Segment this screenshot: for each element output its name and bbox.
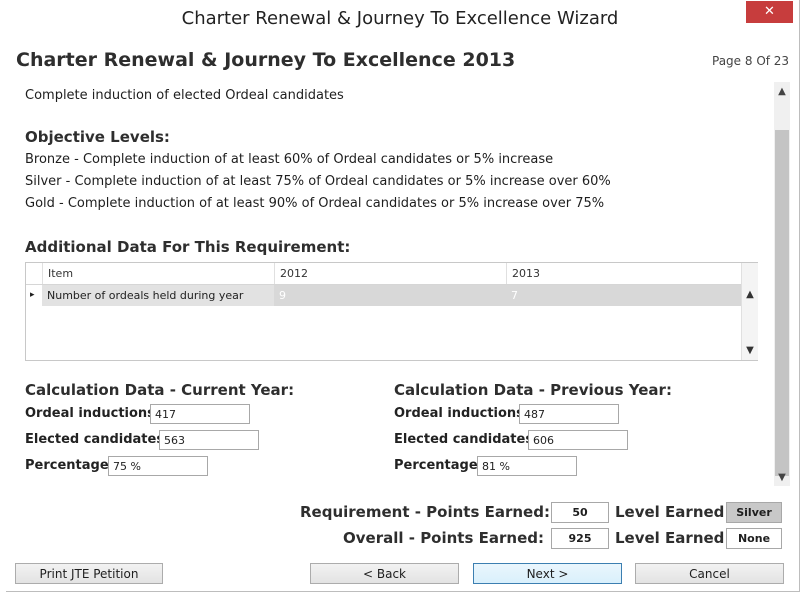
cancel-button[interactable]: Cancel xyxy=(635,563,784,584)
scroll-thumb[interactable] xyxy=(775,130,789,476)
close-icon: ✕ xyxy=(764,4,775,19)
additional-data-heading: Additional Data For This Requirement: xyxy=(25,238,351,256)
close-button[interactable]: ✕ xyxy=(746,1,793,23)
previous-elected-label: Elected candidates: xyxy=(394,432,539,447)
grid-scroll-down-icon[interactable]: ▼ xyxy=(742,345,758,356)
previous-year-heading: Calculation Data - Previous Year: xyxy=(394,381,672,399)
objective-bronze: Bronze - Complete induction of at least … xyxy=(25,152,554,167)
previous-percentage-label: Percentage: xyxy=(394,458,483,473)
requirement-level-label: Level Earned: xyxy=(615,503,731,521)
objective-silver: Silver - Complete induction of at least … xyxy=(25,174,611,189)
grid-scrollbar[interactable]: ▲ ▼ xyxy=(741,263,758,360)
grid-scroll-up-icon[interactable]: ▲ xyxy=(742,289,758,300)
overall-level-badge: None xyxy=(726,528,782,549)
row-2012-cell[interactable]: 9 xyxy=(274,285,506,306)
content-scrollbar[interactable]: ▲ ▼ xyxy=(774,82,790,486)
window-title: Charter Renewal & Journey To Excellence … xyxy=(181,8,619,29)
current-year-heading: Calculation Data - Current Year: xyxy=(25,381,295,399)
page-title: Charter Renewal & Journey To Excellence … xyxy=(16,49,516,71)
column-header-2013[interactable]: 2013 xyxy=(506,263,741,284)
left-edge xyxy=(0,0,6,592)
previous-percentage-field[interactable]: 81 % xyxy=(477,456,577,476)
wizard-window: Charter Renewal & Journey To Excellence … xyxy=(0,0,800,592)
next-button[interactable]: Next > xyxy=(473,563,622,584)
column-header-2012[interactable]: 2012 xyxy=(274,263,506,284)
table-row[interactable]: ▸ Number of ordeals held during year 9 7 xyxy=(26,285,741,306)
requirement-points-field: 50 xyxy=(551,502,609,523)
current-percentage-label: Percentage: xyxy=(25,458,114,473)
grid-header: Item 2012 2013 xyxy=(26,263,741,285)
requirement-description: Complete induction of elected Ordeal can… xyxy=(25,88,344,103)
content-panel: Complete induction of elected Ordeal can… xyxy=(0,82,774,486)
overall-points-field: 925 xyxy=(551,528,609,549)
print-jte-petition-button[interactable]: Print JTE Petition xyxy=(15,563,163,584)
previous-inductions-field[interactable]: 487 xyxy=(519,404,619,424)
requirement-points-label: Requirement - Points Earned: xyxy=(300,503,550,521)
current-elected-field[interactable]: 563 xyxy=(159,430,259,450)
previous-elected-field[interactable]: 606 xyxy=(528,430,628,450)
back-button[interactable]: < Back xyxy=(310,563,459,584)
current-percentage-field[interactable]: 75 % xyxy=(108,456,208,476)
overall-points-label: Overall - Points Earned: xyxy=(343,529,544,547)
page-indicator: Page 8 Of 23 xyxy=(712,54,790,68)
current-inductions-field[interactable]: 417 xyxy=(150,404,250,424)
additional-data-grid[interactable]: Item 2012 2013 ▸ Number of ordeals held … xyxy=(25,262,758,361)
current-elected-label: Elected candidates: xyxy=(25,432,170,447)
row-pointer-icon: ▸ xyxy=(26,285,42,306)
objective-gold: Gold - Complete induction of at least 90… xyxy=(25,196,605,211)
row-2013-cell[interactable]: 7 xyxy=(506,285,741,306)
column-header-item[interactable]: Item xyxy=(42,263,274,284)
overall-level-label: Level Earned: xyxy=(615,529,731,547)
previous-inductions-label: Ordeal inductions: xyxy=(394,406,530,421)
row-item-cell: Number of ordeals held during year xyxy=(42,285,274,306)
scroll-down-icon[interactable]: ▼ xyxy=(774,470,790,486)
requirement-level-badge: Silver xyxy=(726,502,782,523)
current-inductions-label: Ordeal inductions: xyxy=(25,406,161,421)
scroll-up-icon[interactable]: ▲ xyxy=(774,84,790,100)
objective-levels-heading: Objective Levels: xyxy=(25,128,170,146)
title-bar: Charter Renewal & Journey To Excellence … xyxy=(0,0,800,38)
